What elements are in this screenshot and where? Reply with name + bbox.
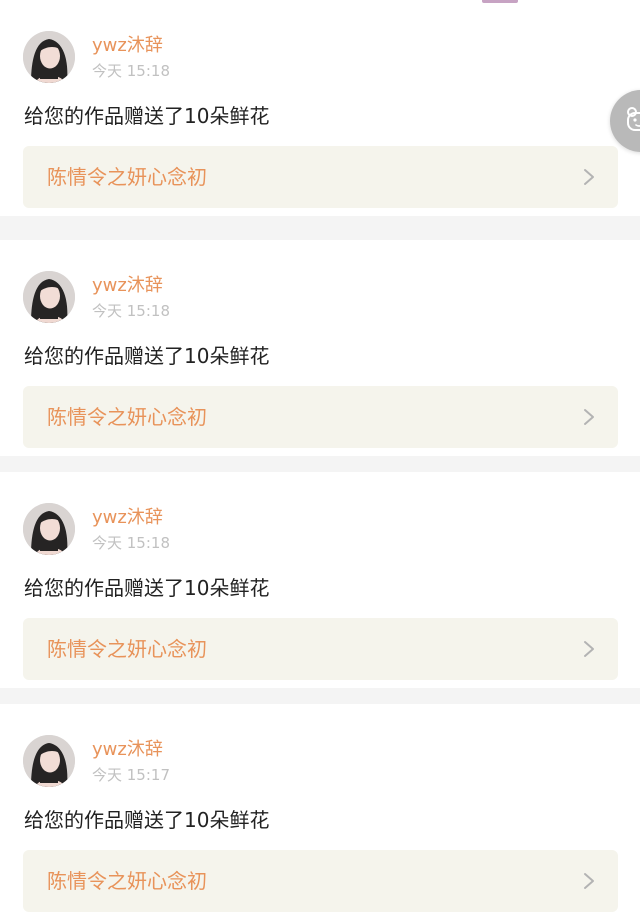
notification-feed: ywz沐辞 今天 15:18 给您的作品赠送了10朵鲜花 陈情令之妍心念初 yw… xyxy=(0,0,640,917)
notification-card: ywz沐辞 今天 15:18 给您的作品赠送了10朵鲜花 陈情令之妍心念初 xyxy=(0,0,640,216)
work-title: 陈情令之妍心念初 xyxy=(47,405,207,429)
gift-message: 给您的作品赠送了10朵鲜花 xyxy=(24,344,270,368)
gift-message: 给您的作品赠送了10朵鲜花 xyxy=(24,104,270,128)
chevron-right-icon xyxy=(584,409,594,425)
timestamp: 今天 15:18 xyxy=(92,534,170,552)
username[interactable]: ywz沐辞 xyxy=(92,35,163,57)
notification-card: ywz沐辞 今天 15:18 给您的作品赠送了10朵鲜花 陈情令之妍心念初 xyxy=(0,240,640,456)
username[interactable]: ywz沐辞 xyxy=(92,739,163,761)
user-avatar[interactable] xyxy=(23,503,75,555)
timestamp: 今天 15:18 xyxy=(92,302,170,320)
avatar-portrait-icon xyxy=(23,271,75,323)
work-link[interactable]: 陈情令之妍心念初 xyxy=(23,618,618,680)
chevron-right-icon xyxy=(584,641,594,657)
chevron-right-icon xyxy=(584,169,594,185)
chevron-right-icon xyxy=(584,873,594,889)
work-link[interactable]: 陈情令之妍心念初 xyxy=(23,146,618,208)
gift-message: 给您的作品赠送了10朵鲜花 xyxy=(24,576,270,600)
user-avatar[interactable] xyxy=(23,271,75,323)
notification-card: ywz沐辞 今天 15:17 给您的作品赠送了10朵鲜花 陈情令之妍心念初 xyxy=(0,704,640,917)
work-title: 陈情令之妍心念初 xyxy=(47,165,207,189)
work-title: 陈情令之妍心念初 xyxy=(47,637,207,661)
username[interactable]: ywz沐辞 xyxy=(92,275,163,297)
user-avatar[interactable] xyxy=(23,31,75,83)
timestamp: 今天 15:17 xyxy=(92,766,170,784)
gift-message: 给您的作品赠送了10朵鲜花 xyxy=(24,808,270,832)
notification-card: ywz沐辞 今天 15:18 给您的作品赠送了10朵鲜花 陈情令之妍心念初 xyxy=(0,472,640,688)
avatar-portrait-icon xyxy=(23,735,75,787)
avatar-portrait-icon xyxy=(23,31,75,83)
work-link[interactable]: 陈情令之妍心念初 xyxy=(23,850,618,912)
timestamp: 今天 15:18 xyxy=(92,62,170,80)
bear-face-icon xyxy=(627,107,640,131)
work-link[interactable]: 陈情令之妍心念初 xyxy=(23,386,618,448)
avatar-portrait-icon xyxy=(23,503,75,555)
work-title: 陈情令之妍心念初 xyxy=(47,869,207,893)
user-avatar[interactable] xyxy=(23,735,75,787)
top-accent-bar xyxy=(482,0,518,3)
username[interactable]: ywz沐辞 xyxy=(92,507,163,529)
